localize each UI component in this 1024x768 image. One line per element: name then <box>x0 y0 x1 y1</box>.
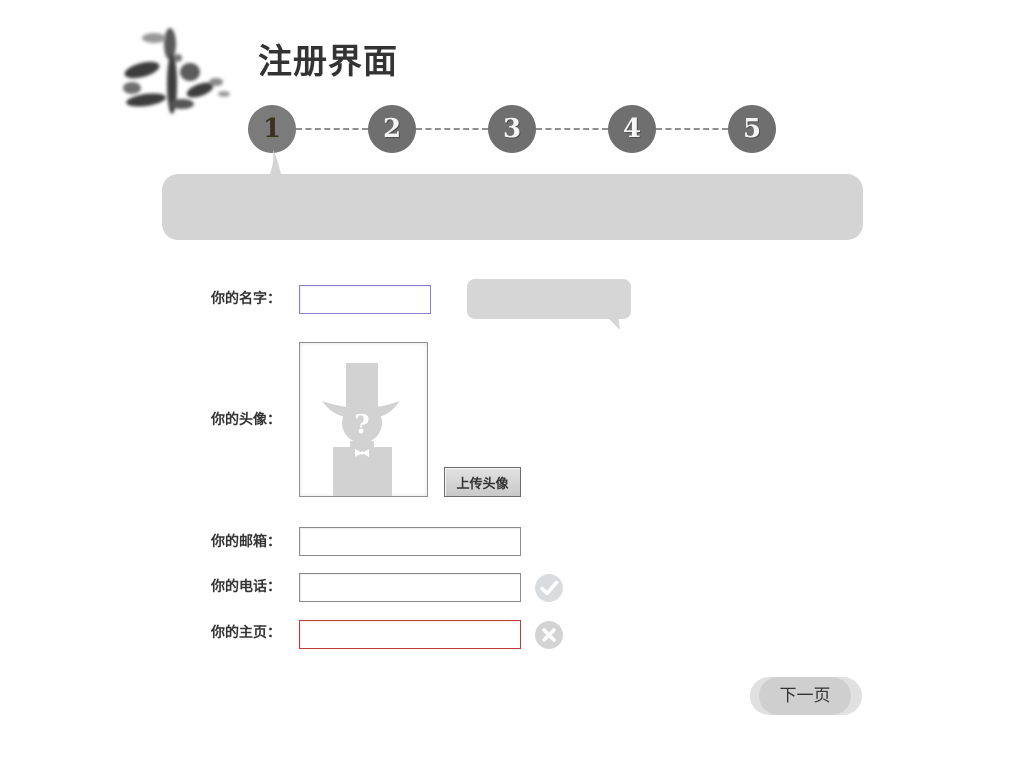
x-circle-icon <box>535 621 563 649</box>
step-2[interactable]: 2 <box>368 105 416 153</box>
step-3[interactable]: 3 <box>488 105 536 153</box>
email-label: 你的邮箱： <box>211 534 281 550</box>
name-hint-bubble <box>467 279 631 319</box>
step-1[interactable]: 1 <box>248 105 296 153</box>
step-4[interactable]: 4 <box>608 105 656 153</box>
name-input[interactable] <box>299 285 431 314</box>
next-page-button[interactable]: 下一页 <box>750 677 862 715</box>
upload-avatar-button[interactable]: 上传头像 <box>444 467 521 497</box>
step-connector <box>536 128 608 130</box>
email-input[interactable] <box>299 527 521 556</box>
hint-bubble-pointer <box>604 314 620 330</box>
phone-label: 你的电话： <box>211 579 281 595</box>
avatar-preview: ? <box>299 342 428 497</box>
next-page-label: 下一页 <box>759 677 851 715</box>
step-connector <box>656 128 728 130</box>
step-connector <box>296 128 368 130</box>
step-indicator: 1 2 3 4 5 <box>0 0 1024 170</box>
name-label: 你的名字： <box>211 291 281 307</box>
homepage-label: 你的主页： <box>211 625 281 641</box>
svg-text:?: ? <box>354 410 369 440</box>
step-5[interactable]: 5 <box>728 105 776 153</box>
avatar-label: 你的头像： <box>211 412 281 428</box>
step-connector <box>416 128 488 130</box>
phone-input[interactable] <box>299 573 521 602</box>
check-circle-icon <box>535 574 563 602</box>
homepage-input[interactable] <box>299 620 521 649</box>
step-info-banner <box>162 174 863 240</box>
mystery-person-icon: ? <box>322 363 400 496</box>
